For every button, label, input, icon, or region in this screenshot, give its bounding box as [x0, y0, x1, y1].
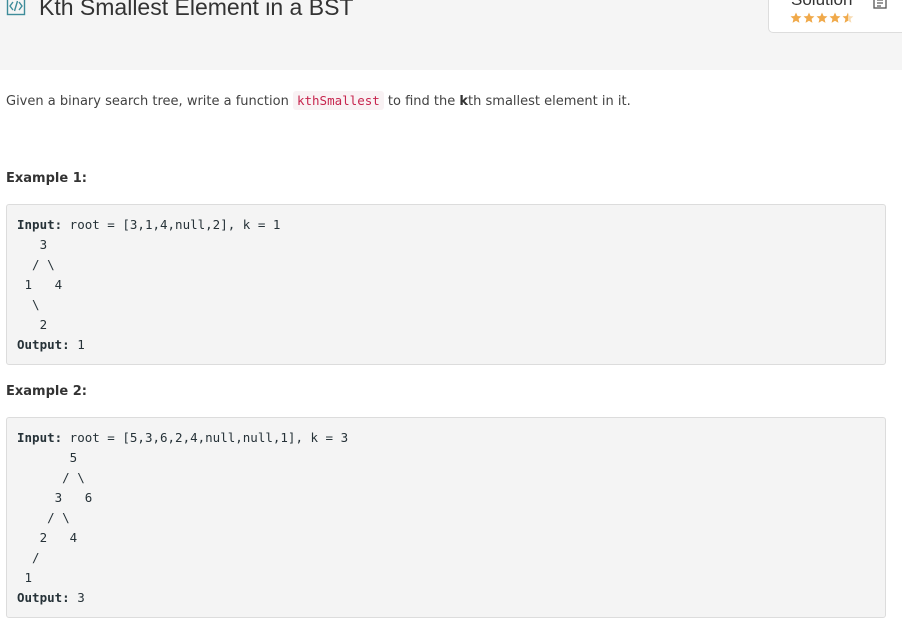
example-1-tree-line: 1 4: [17, 277, 63, 292]
example-2-code-block: Input: root = [5,3,6,2,4,null,null,1], k…: [6, 417, 886, 618]
example-2-tree-line: 1: [17, 570, 33, 585]
example-2-input-line: Input: root = [5,3,6,2,4,null,null,1], k…: [17, 428, 875, 448]
function-name-code: kthSmallest: [292, 91, 384, 110]
example-2-input-value: root = [5,3,6,2,4,null,null,1], k = 3: [62, 430, 349, 445]
star-icon: [790, 12, 802, 23]
example-1-tree-line: 3: [17, 237, 48, 252]
code-file-icon: [6, 0, 26, 16]
example-2-tree-line: 3 6: [17, 490, 93, 505]
star-icon: [842, 12, 854, 23]
example-1-code-block: Input: root = [3,1,4,null,2], k = 1 3 / …: [6, 204, 886, 365]
rating-stars: [790, 12, 854, 26]
example-2-output-value: 3: [69, 590, 85, 605]
solution-button[interactable]: Solution: [768, 0, 902, 33]
problem-header: Kth Smallest Element in a BST Solution: [0, 0, 902, 70]
example-1-heading: Example 1:: [6, 171, 87, 186]
description-middle: to find the: [383, 94, 460, 109]
example-2-tree-line: 2 4: [17, 530, 78, 545]
star-icon: [803, 12, 815, 23]
example-1-output-value: 1: [69, 337, 85, 352]
description-prefix: Given a binary search tree, write a func…: [6, 94, 293, 109]
example-2-tree-line: / \: [17, 470, 85, 485]
example-1-tree-line: / \: [17, 257, 55, 272]
example-2-input-label: Input:: [17, 430, 63, 445]
example-2-output-label: Output:: [17, 590, 70, 605]
problem-description: Given a binary search tree, write a func…: [6, 91, 631, 112]
example-1-tree-line: 2: [17, 317, 48, 332]
star-icon: [829, 12, 841, 23]
description-bold-k: k: [459, 94, 469, 109]
description-suffix: th smallest element in it.: [468, 94, 631, 109]
example-1-input-label: Input:: [17, 217, 63, 232]
problem-page: Kth Smallest Element in a BST Solution G…: [0, 0, 902, 637]
example-1-input-line: Input: root = [3,1,4,null,2], k = 1: [17, 215, 875, 235]
example-1-output-label: Output:: [17, 337, 70, 352]
star-icon: [816, 12, 828, 23]
example-2-tree-line: /: [17, 550, 40, 565]
problem-title: Kth Smallest Element in a BST: [39, 0, 354, 20]
example-1-input-value: root = [3,1,4,null,2], k = 1: [62, 217, 281, 232]
document-icon: [873, 0, 887, 9]
solution-label: Solution: [791, 0, 852, 11]
example-1-output-line: Output: 1: [17, 335, 875, 355]
example-2-tree-line: / \: [17, 510, 70, 525]
example-2-output-line: Output: 3: [17, 588, 875, 608]
example-2-heading: Example 2:: [6, 384, 87, 399]
example-2-tree-line: 5: [17, 450, 78, 465]
example-1-tree-line: \: [17, 297, 40, 312]
